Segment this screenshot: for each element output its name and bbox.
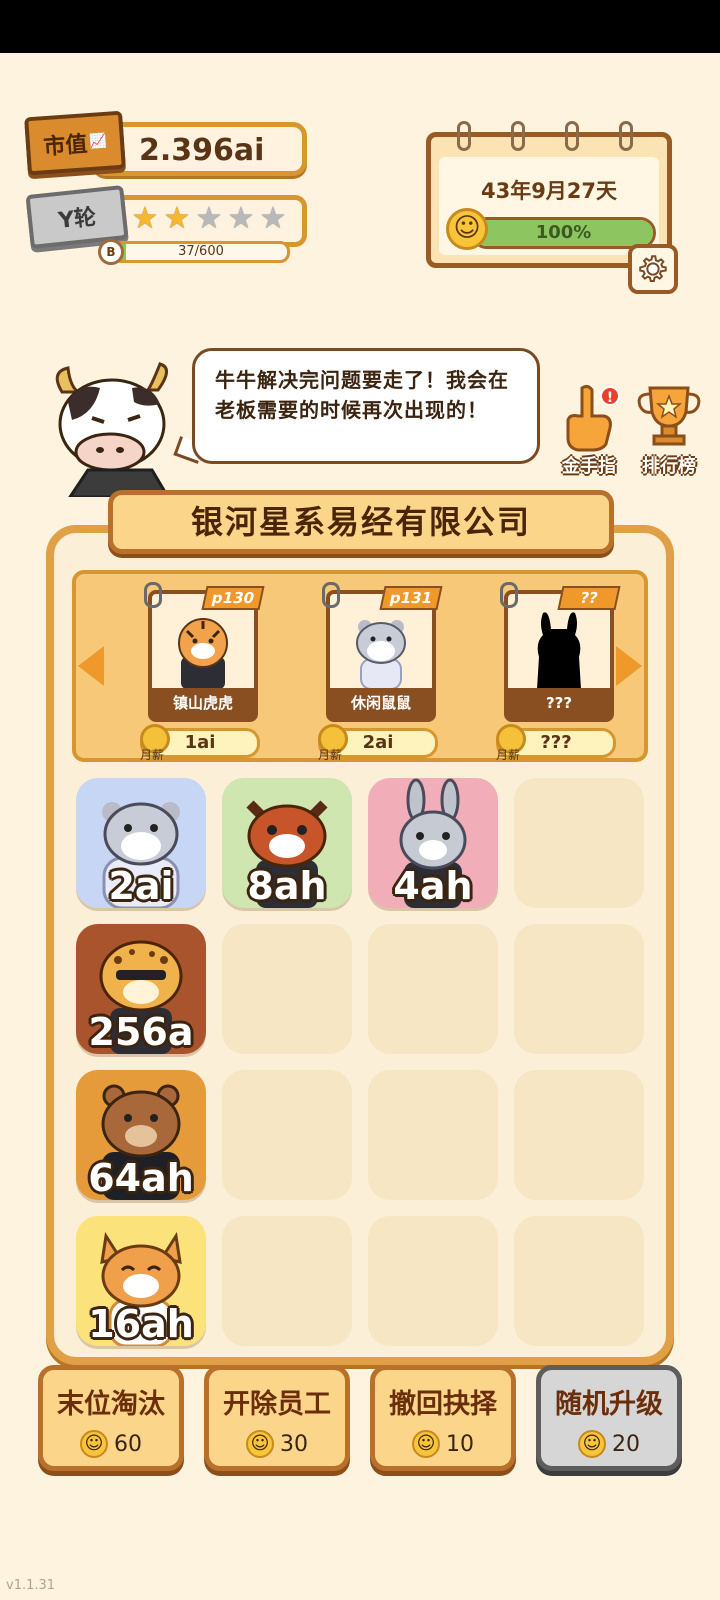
paper-clip-icon (322, 582, 340, 608)
wage-label: 月薪 (140, 748, 165, 762)
chart-up-icon: 📈 (88, 132, 108, 150)
smiley-icon: ☺ (80, 1430, 108, 1458)
empty-grid-cell[interactable] (514, 1216, 644, 1346)
employee-cell-hamster[interactable]: 2ai (76, 778, 206, 908)
action-cost: 10 (446, 1431, 474, 1457)
mood-progress-bar: 100% (471, 217, 656, 249)
employee-value: 2ai (108, 864, 174, 908)
employee-cell-leopard[interactable]: 256a (76, 924, 206, 1054)
paper-clip-icon (500, 582, 518, 608)
game-date: 43年9月27天 (480, 179, 618, 203)
empty-grid-cell[interactable] (514, 778, 644, 908)
empty-grid-cell[interactable] (368, 1070, 498, 1200)
employee-value: 256a (88, 1010, 194, 1054)
gear-icon (639, 255, 667, 283)
employee-cell-red-panda[interactable]: 8ah (222, 778, 352, 908)
star-icon-filled: ★ (131, 201, 159, 236)
candidate-card[interactable]: ?? ??? (500, 582, 621, 722)
employee-cell-bunny[interactable]: 4ah (368, 778, 498, 908)
round-stars: ★ ★ ★ ★ ★ (130, 204, 288, 234)
dialog-text: 牛牛解决完问题要走了！我会在老板需要的时候再次出现的！ (215, 368, 509, 422)
employee-cell-bear[interactable]: 64ah (76, 1070, 206, 1200)
market-value-label: 市值 (42, 132, 89, 161)
empty-grid-cell[interactable] (514, 1070, 644, 1200)
leaderboard-label: 排行榜 (642, 456, 696, 477)
settings-button[interactable] (628, 244, 678, 294)
candidate-name: ??? (508, 688, 610, 718)
empty-grid-cell[interactable] (514, 924, 644, 1054)
market-value: 2.396ai (139, 133, 265, 168)
version-label: v1.1.31 (6, 1578, 56, 1593)
action-label: 开除员工 (223, 1389, 331, 1420)
calendar-ring (457, 121, 471, 151)
empty-grid-cell[interactable] (222, 1070, 352, 1200)
xp-progress-text: 37/600 (178, 244, 224, 259)
action-cost: 30 (280, 1431, 308, 1457)
smiley-face-icon: ☺ (446, 208, 488, 250)
wage-label: 月薪 (496, 748, 521, 762)
candidate-card[interactable]: p131 休闲鼠鼠 (322, 582, 443, 722)
hamster-portrait (336, 608, 426, 690)
smiley-icon: ☺ (246, 1430, 274, 1458)
market-value-tag: 市值 📈 (24, 110, 126, 176)
calendar-ring (619, 121, 633, 151)
star-icon-empty: ★ (227, 201, 255, 236)
wage-label: 月薪 (318, 748, 343, 762)
action-label: 末位淘汰 (57, 1389, 165, 1420)
employee-cell-cat[interactable]: 16ah (76, 1216, 206, 1346)
round-label: Y轮 (57, 205, 98, 234)
eliminate-last-button[interactable]: 末位淘汰 ☺ 60 (38, 1365, 184, 1471)
smiley-icon: ☺ (578, 1430, 606, 1458)
unknown-silhouette (514, 608, 604, 690)
cow-mascot (55, 362, 170, 497)
empty-grid-cell[interactable] (222, 1216, 352, 1346)
paper-clip-icon (144, 582, 162, 608)
golden-finger-button[interactable]: ! 金手指 (552, 382, 626, 478)
calendar-ring (565, 121, 579, 151)
golden-finger-label: 金手指 (562, 456, 616, 477)
candidate-tag: p130 (201, 586, 265, 610)
employee-value: 64ah (88, 1156, 194, 1200)
prev-arrow-icon[interactable] (78, 646, 104, 686)
trophy-icon (637, 386, 701, 446)
candidate-card[interactable]: p130 镇山虎虎 (144, 582, 265, 722)
random-upgrade-button[interactable]: 随机升级 ☺ 20 (536, 1365, 682, 1471)
next-arrow-icon[interactable] (616, 646, 642, 686)
mood-percent-text: 100% (535, 222, 592, 243)
xp-badge: B (98, 239, 124, 265)
empty-grid-cell[interactable] (222, 924, 352, 1054)
calendar-ring (511, 121, 525, 151)
employee-value: 4ah (393, 864, 473, 908)
notification-badge: ! (600, 386, 620, 406)
candidate-name: 镇山虎虎 (152, 688, 254, 718)
action-cost: 20 (612, 1431, 640, 1457)
empty-grid-cell[interactable] (368, 924, 498, 1054)
leaderboard-button[interactable]: 排行榜 (632, 382, 706, 478)
xp-progress-bar: 37/600 (112, 241, 290, 263)
star-icon-empty: ★ (259, 201, 287, 236)
employee-value: 16ah (88, 1302, 194, 1346)
star-icon-filled: ★ (163, 201, 191, 236)
action-label: 随机升级 (555, 1389, 663, 1420)
fire-employee-button[interactable]: 开除员工 ☺ 30 (204, 1365, 350, 1471)
action-cost: 60 (114, 1431, 142, 1457)
empty-grid-cell[interactable] (368, 1216, 498, 1346)
candidate-tag: ?? (557, 586, 621, 610)
candidate-name: 休闲鼠鼠 (330, 688, 432, 718)
speech-bubble: 牛牛解决完问题要走了！我会在老板需要的时候再次出现的！ (192, 348, 540, 464)
smiley-icon: ☺ (412, 1430, 440, 1458)
company-name: 银河星系易经有限公司 (108, 490, 614, 554)
action-label: 撤回抉择 (389, 1389, 497, 1420)
system-status-bar (0, 0, 720, 53)
employee-value: 8ah (247, 864, 327, 908)
star-icon-empty: ★ (195, 201, 223, 236)
tiger-portrait (158, 608, 248, 690)
undo-choice-button[interactable]: 撤回抉择 ☺ 10 (370, 1365, 516, 1471)
candidate-tag: p131 (379, 586, 443, 610)
